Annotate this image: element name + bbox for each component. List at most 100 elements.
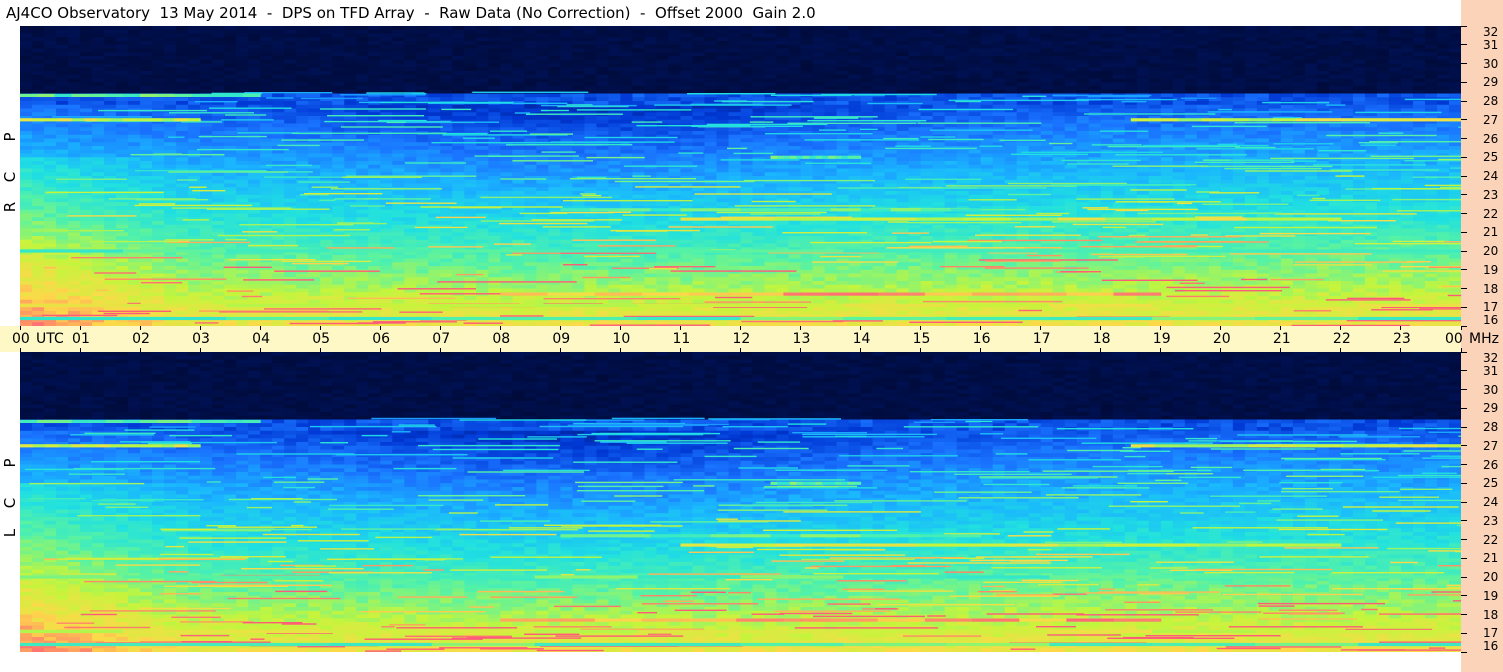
- heatmap-cell: [704, 153, 718, 158]
- heatmap-cell: [620, 71, 634, 76]
- heatmap-cell: [236, 172, 249, 177]
- heatmap-cell: [296, 41, 309, 46]
- heatmap-cell: [1064, 56, 1078, 61]
- heatmap-cell: [296, 74, 309, 80]
- heatmap-cell: [1268, 123, 1282, 128]
- heatmap-cell: [1016, 67, 1030, 72]
- heatmap-cell: [452, 26, 465, 31]
- heatmap-cell: [20, 176, 33, 181]
- heatmap-cell: [776, 176, 790, 181]
- heatmap-cell: [1424, 127, 1438, 132]
- heatmap-cell: [452, 56, 465, 61]
- heatmap-cell: [1448, 26, 1461, 31]
- heatmap-cell: [1028, 52, 1042, 57]
- heatmap-cell: [1220, 101, 1234, 106]
- heatmap-cell: [512, 59, 525, 65]
- heatmap-cell: [896, 48, 910, 53]
- heatmap-cell: [500, 119, 513, 125]
- heatmap-cell: [572, 146, 585, 151]
- heatmap-cell: [872, 142, 886, 147]
- heatmap-cell: [1316, 89, 1330, 95]
- heatmap-cell: [1424, 123, 1438, 128]
- heatmap-cell: [1172, 63, 1186, 68]
- heatmap-cell: [392, 153, 405, 158]
- heatmap-cell: [1352, 44, 1366, 50]
- heatmap-cell: [560, 44, 573, 50]
- heatmap-cell: [524, 123, 537, 128]
- heatmap-cell: [536, 123, 549, 128]
- heatmap-cell: [1160, 127, 1174, 132]
- heatmap-cell: [116, 82, 129, 87]
- heatmap-cell: [332, 153, 345, 158]
- heatmap-cell: [1388, 44, 1402, 50]
- heatmap-cell: [656, 93, 670, 98]
- heatmap-cell: [56, 157, 69, 162]
- heatmap-cell: [1220, 149, 1234, 155]
- heatmap-cell: [1376, 26, 1390, 31]
- heatmap-cell: [920, 37, 934, 42]
- heatmap-cell: [1076, 33, 1090, 38]
- heatmap-cell: [512, 93, 525, 98]
- heatmap-cell: [20, 123, 33, 128]
- heatmap-cell: [536, 93, 549, 98]
- heatmap-cell: [620, 41, 634, 46]
- heatmap-cell: [128, 123, 141, 128]
- heatmap-cell: [260, 29, 273, 35]
- heatmap-cell: [740, 108, 754, 113]
- heatmap-cell: [416, 29, 429, 35]
- heatmap-cell: [1340, 48, 1354, 53]
- heatmap-cell: [1160, 101, 1174, 106]
- heatmap-cell: [1364, 44, 1378, 50]
- heatmap-cell: [644, 86, 658, 91]
- heatmap-cell: [368, 134, 381, 140]
- heatmap-cell: [332, 52, 345, 57]
- heatmap-cell: [572, 33, 585, 38]
- heatmap-cell: [656, 44, 670, 50]
- heatmap-cell: [1184, 37, 1198, 42]
- heatmap-cell: [932, 116, 946, 121]
- heatmap-cell: [944, 157, 958, 162]
- heatmap-cell: [1100, 74, 1114, 80]
- heatmap-cell: [1328, 131, 1342, 136]
- heatmap-cell: [848, 52, 862, 57]
- heatmap-cell: [56, 71, 69, 76]
- heatmap-cell: [140, 71, 153, 76]
- heatmap-cell: [296, 37, 309, 42]
- heatmap-cell: [1040, 157, 1054, 162]
- heatmap-cell: [1232, 93, 1246, 98]
- heatmap-cell: [572, 56, 585, 61]
- heatmap-cell: [116, 26, 129, 31]
- heatmap-cell: [572, 86, 585, 91]
- heatmap-cell: [656, 172, 670, 177]
- heatmap-cell: [404, 146, 417, 151]
- heatmap-cell: [944, 131, 958, 136]
- heatmap-cell: [980, 33, 994, 38]
- heatmap-cell: [956, 52, 970, 57]
- heatmap-cell: [404, 168, 417, 173]
- heatmap-cell: [1400, 59, 1414, 65]
- heatmap-cell: [728, 56, 742, 61]
- heatmap-cell: [680, 26, 694, 31]
- heatmap-cell: [44, 157, 57, 162]
- heatmap-cell: [920, 48, 934, 53]
- heatmap-cell: [896, 29, 910, 35]
- heatmap-cell: [1316, 97, 1330, 102]
- heatmap-cell: [476, 56, 489, 61]
- heatmap-cell: [200, 149, 213, 155]
- heatmap-cell: [224, 138, 237, 143]
- heatmap-cell: [872, 153, 886, 158]
- heatmap-cell: [1172, 78, 1186, 83]
- heatmap-cell: [1148, 59, 1162, 65]
- heatmap-cell: [380, 52, 393, 57]
- heatmap-cell: [1268, 29, 1282, 35]
- heatmap-cell: [428, 157, 441, 162]
- heatmap-cell: [392, 56, 405, 61]
- heatmap-cell: [476, 104, 489, 110]
- heatmap-cell: [884, 71, 898, 76]
- heatmap-cell: [1328, 89, 1342, 95]
- heatmap-cell: [584, 119, 597, 125]
- heatmap-cell: [896, 131, 910, 136]
- rcp-letter-r: R: [1, 200, 19, 214]
- heatmap-cell: [956, 89, 970, 95]
- heatmap-cell: [1004, 29, 1018, 35]
